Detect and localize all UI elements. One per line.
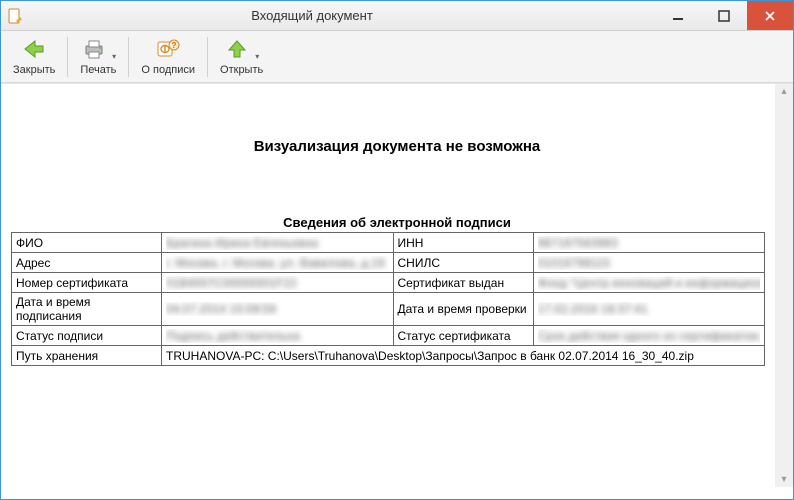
section-heading: Сведения об электронной подписи [11,215,783,230]
scroll-down-icon: ▾ [781,474,786,485]
toolbar-separator [67,37,68,77]
address-label: Адрес [12,253,162,273]
inn-label: ИНН [393,233,533,253]
table-row: Номер сертификата 01B4007C00000001F22 Се… [12,273,765,293]
storage-path-label: Путь хранения [12,346,162,366]
toolbar-separator [128,37,129,77]
about-signature-label: О подписи [141,64,195,76]
signature-info-icon: ? [155,38,181,63]
cert-no-label: Номер сертификата [12,273,162,293]
fio-value: Брагина Ирина Евгеньевна [166,236,389,250]
minimize-button[interactable] [655,1,701,30]
inn-value: 987187563983 [538,236,761,250]
open-label: Открыть [220,64,263,76]
check-datetime-value: 17.02.2016 18:37:41 [538,302,761,316]
cert-issued-label: Сертификат выдан [393,273,533,293]
titlebar: Входящий документ [1,1,793,31]
table-row: Статус подписи Подпись действительна Ста… [12,326,765,346]
arrow-left-icon [21,38,47,63]
check-datetime-label: Дата и время проверки [393,293,533,326]
vertical-scrollbar[interactable]: ▴ ▾ [775,84,793,487]
toolbar: Закрыть ▾ Печать ? О подписи [1,31,793,83]
document-viewer: Визуализация документа не возможна Сведе… [1,84,793,499]
printer-icon: ▾ [81,38,116,63]
open-button[interactable]: ▾ Открыть [214,33,269,81]
toolbar-separator [207,37,208,77]
print-button[interactable]: ▾ Печать [74,33,122,81]
chevron-down-icon: ▾ [112,52,116,61]
storage-path-value: TRUHANOVA-PC: C:\Users\Truhanova\Desktop… [162,346,765,366]
signature-info-table: ФИО Брагина Ирина Евгеньевна ИНН 9871875… [11,232,765,366]
cert-issued-value: Фонд "Центр инноваций и информационных т… [538,276,761,290]
snils-value: 01016798115 [538,256,761,270]
scroll-up-icon: ▴ [781,86,786,97]
sign-datetime-label: Дата и время подписания [12,293,162,326]
print-label: Печать [80,64,116,76]
sign-status-value: Подпись действительна [166,329,389,343]
table-row: Путь хранения TRUHANOVA-PC: C:\Users\Tru… [12,346,765,366]
table-row: ФИО Брагина Ирина Евгеньевна ИНН 9871875… [12,233,765,253]
close-button[interactable]: Закрыть [7,33,61,81]
cert-no-value: 01B4007C00000001F22 [166,276,389,290]
table-row: Дата и время подписания 04.07.2014 15:09… [12,293,765,326]
content-area: Визуализация документа не возможна Сведе… [1,83,793,499]
chevron-down-icon: ▾ [255,52,259,61]
main-heading: Визуализация документа не возможна [11,138,783,155]
svg-text:?: ? [172,41,177,50]
sign-datetime-value: 04.07.2014 15:09:59 [166,302,389,316]
maximize-button[interactable] [701,1,747,30]
arrow-up-icon: ▾ [224,38,259,63]
close-window-button[interactable] [747,1,793,30]
table-row: Адрес г. Москва, г. Москва, ул. Вавилова… [12,253,765,273]
fio-label: ФИО [12,233,162,253]
close-label: Закрыть [13,64,55,76]
address-value: г. Москва, г. Москва, ул. Вавилова, д.19 [166,256,389,270]
sign-status-label: Статус подписи [12,326,162,346]
window-title: Входящий документ [0,8,655,23]
cert-status-label: Статус сертификата [393,326,533,346]
window-controls [655,1,793,30]
about-signature-button[interactable]: ? О подписи [135,33,201,81]
cert-status-value: Срок действия одного из сертификатов цеп… [538,329,761,343]
snils-label: СНИЛС [393,253,533,273]
